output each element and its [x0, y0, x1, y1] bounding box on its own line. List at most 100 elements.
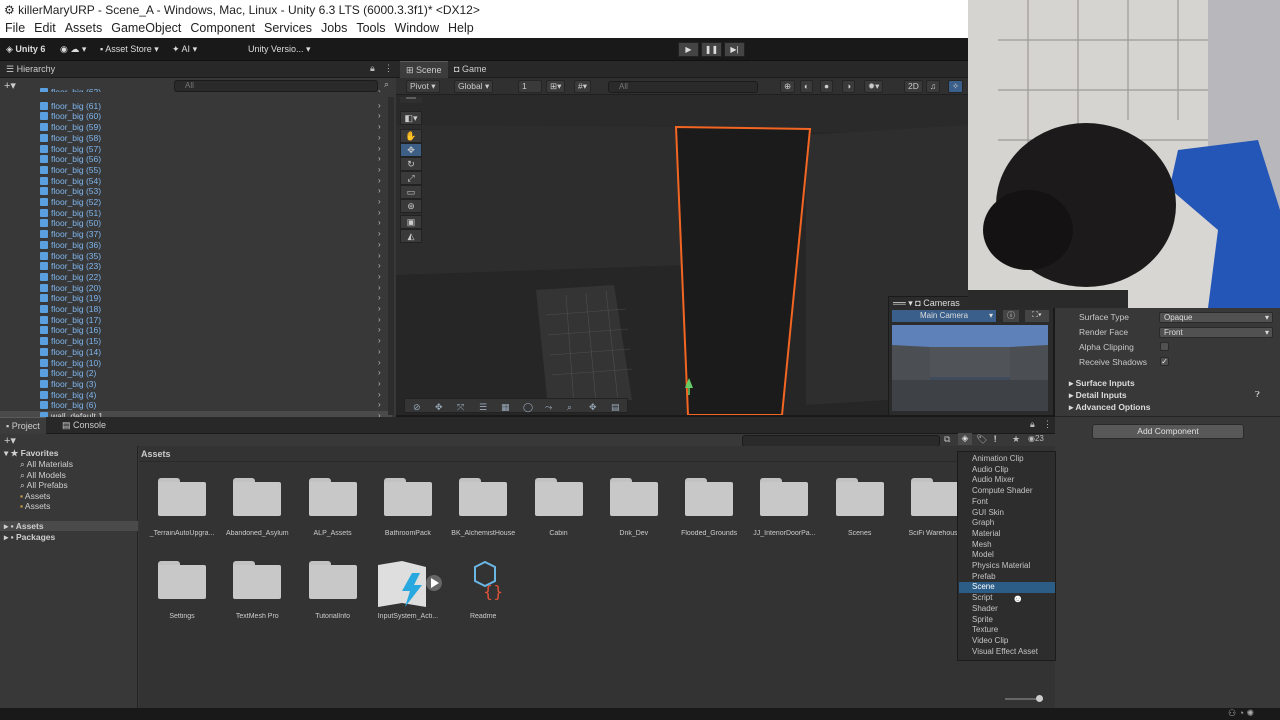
expand-arrow-icon[interactable]: ›	[378, 336, 381, 347]
zoom-slider-thumb[interactable]	[1036, 695, 1043, 702]
version-control-button[interactable]: Unity Versio... ▾	[248, 42, 311, 57]
expand-arrow-icon[interactable]: ›	[378, 251, 381, 262]
lock-icon[interactable]: 🔒︎	[370, 63, 375, 74]
detail-inputs-foldout[interactable]: ▸ Detail Inputs	[1069, 390, 1127, 401]
hierarchy-item[interactable]: floor_big (20) ›	[0, 283, 392, 294]
breadcrumb[interactable]: Assets	[141, 449, 171, 459]
scene-viewport[interactable]: ══ ◧▾ ✋ ✥ ↻ ⤢ ▭ ⊛ ▣ ◭	[396, 95, 968, 415]
grid-toggle-icon[interactable]: #▾	[574, 80, 591, 93]
type-filter-option[interactable]: Script	[959, 593, 1055, 604]
hierarchy-item[interactable]: floor_big (18) ›	[0, 304, 392, 315]
menu-help[interactable]: Help	[443, 20, 478, 37]
menu-file[interactable]: File	[0, 20, 29, 37]
tree-packages-root[interactable]: ▸ ▪ Packages	[4, 532, 55, 543]
expand-arrow-icon[interactable]: ›	[378, 154, 381, 165]
expand-arrow-icon[interactable]: ›	[378, 87, 381, 92]
tab-project[interactable]: ▪ Project	[0, 417, 46, 434]
expand-arrow-icon[interactable]: ›	[378, 283, 381, 294]
step-button[interactable]: ▶|	[724, 42, 745, 57]
asset-item[interactable]: Abandoned_Asylum	[219, 478, 295, 537]
asset-item[interactable]: BathroomPack	[370, 478, 446, 537]
favorite-star-icon[interactable]: ★	[1012, 434, 1020, 445]
expand-arrow-icon[interactable]: ›	[378, 208, 381, 219]
surface-type-dropdown[interactable]: Opaque ▾	[1159, 312, 1273, 323]
custom-tool-icon[interactable]: ▣	[400, 215, 422, 229]
hierarchy-scrollbar[interactable]	[388, 97, 394, 415]
collapse-icon[interactable]: ══ ▾	[893, 298, 915, 308]
receive-shadows-checkbox[interactable]: ✓	[1160, 357, 1169, 366]
camera-settings-icon[interactable]: ⛶▾	[1025, 310, 1049, 322]
camera-select-dropdown[interactable]: Main Camera ▾	[892, 310, 996, 322]
type-filter-option[interactable]: Model	[959, 550, 1055, 561]
hierarchy-item[interactable]: floor_big (54) ›	[0, 176, 392, 187]
expand-arrow-icon[interactable]: ›	[378, 368, 381, 379]
log-type-icon[interactable]: ❗︎	[994, 434, 996, 445]
tree-assets-root[interactable]: ▸ ▪ Assets	[0, 521, 138, 531]
type-filter-option[interactable]: Visual Effect Asset	[959, 647, 1055, 658]
menu-assets[interactable]: Assets	[60, 20, 107, 37]
hierarchy-item[interactable]: floor_big (56) ›	[0, 154, 392, 165]
rotate-tool-icon[interactable]: ↻	[400, 157, 422, 171]
menu-services[interactable]: Services	[259, 20, 316, 37]
type-filter-option[interactable]: Animation Clip	[959, 454, 1055, 465]
render-mode-icon[interactable]: ◑	[842, 80, 856, 93]
advanced-options-foldout[interactable]: ▸ Advanced Options	[1069, 402, 1150, 413]
cloud-button[interactable]: ◉ ☁ ▾	[60, 42, 86, 57]
account-button[interactable]: ◈ Unity 6	[6, 42, 45, 57]
type-filter-option[interactable]: Prefab	[959, 572, 1055, 583]
type-filter-option[interactable]: Video Clip	[959, 636, 1055, 647]
hidden-packages-count[interactable]: ◉23	[1028, 434, 1044, 443]
asset-item[interactable]: Cabin	[521, 478, 597, 537]
expand-arrow-icon[interactable]: ›	[378, 293, 381, 304]
view-options-icon[interactable]: ◧▾	[400, 111, 422, 125]
surface-inputs-foldout[interactable]: ▸ Surface Inputs	[1069, 378, 1135, 389]
more-options-icon[interactable]: ⋮	[1043, 419, 1052, 430]
expand-arrow-icon[interactable]: ›	[378, 379, 381, 390]
tab-hierarchy[interactable]: ☰ Hierarchy	[0, 61, 61, 78]
hierarchy-item[interactable]: floor_big (52) ›	[0, 197, 392, 208]
menu-edit[interactable]: Edit	[29, 20, 60, 37]
expand-arrow-icon[interactable]: ›	[378, 218, 381, 229]
menu-gameobject[interactable]: GameObject	[106, 20, 185, 37]
alpha-clipping-checkbox[interactable]	[1160, 342, 1169, 351]
hierarchy-item[interactable]: floor_big (23) ›	[0, 261, 392, 272]
search-by-type-icon[interactable]: ⧉	[944, 434, 950, 445]
tab-console[interactable]: ▤ Console	[56, 417, 112, 434]
expand-arrow-icon[interactable]: ›	[378, 261, 381, 272]
asset-item[interactable]: Flooded_Grounds	[671, 478, 747, 537]
transform-tool-icon[interactable]: ⊛	[400, 199, 422, 213]
type-filter-option[interactable]: Sprite	[959, 615, 1055, 626]
asset-item[interactable]: BK_AlchemistHouse	[445, 478, 521, 537]
type-filter-option[interactable]: Texture	[959, 625, 1055, 636]
hierarchy-item[interactable]: floor_big (62) ›	[0, 87, 392, 92]
pause-button[interactable]: ❚❚	[701, 42, 722, 57]
camera-info-icon[interactable]: ⓘ	[1003, 310, 1019, 322]
2d-toggle-icon[interactable]: 2D	[904, 80, 923, 93]
asset-item[interactable]: TextMesh Pro	[219, 561, 295, 620]
hierarchy-item[interactable]: floor_big (3) ›	[0, 379, 392, 390]
type-filter-option[interactable]: Font	[959, 497, 1055, 508]
favorite-all-prefabs[interactable]: ⌕ All Prefabs	[20, 480, 68, 491]
hierarchy-item[interactable]: floor_big (16) ›	[0, 325, 392, 336]
asset-item[interactable]: Settings	[144, 561, 220, 620]
snap-icon[interactable]: ⊞▾	[546, 80, 566, 93]
type-filter-option[interactable]: Audio Clip	[959, 465, 1055, 476]
more-options-icon[interactable]: ⋮	[384, 63, 393, 74]
expand-arrow-icon[interactable]: ›	[378, 325, 381, 336]
lock-icon[interactable]: 🔒︎	[1030, 419, 1035, 430]
probuilder-tool-icon[interactable]: ◭	[400, 229, 422, 243]
filter-by-type-icon[interactable]: ◈	[958, 433, 972, 445]
expand-arrow-icon[interactable]: ›	[378, 304, 381, 315]
hand-tool-icon[interactable]: ✋	[400, 129, 422, 143]
hierarchy-item[interactable]: floor_big (51) ›	[0, 208, 392, 219]
expand-arrow-icon[interactable]: ›	[378, 111, 381, 122]
scale-tool-icon[interactable]: ⤢	[400, 171, 422, 185]
menu-tools[interactable]: Tools	[351, 20, 389, 37]
type-filter-option[interactable]: Scene	[959, 582, 1055, 593]
expand-arrow-icon[interactable]: ›	[378, 400, 381, 411]
scene-search-input[interactable]: All	[608, 81, 758, 93]
play-button[interactable]: ▶	[678, 42, 699, 57]
expand-arrow-icon[interactable]: ›	[378, 165, 381, 176]
ai-button[interactable]: ✦ AI ▾	[172, 42, 197, 57]
expand-arrow-icon[interactable]: ›	[378, 144, 381, 155]
